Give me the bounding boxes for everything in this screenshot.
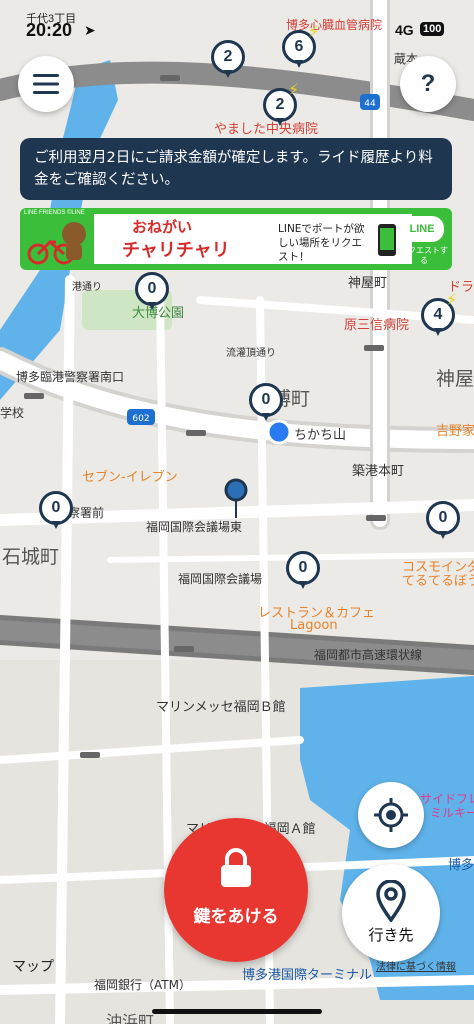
- map-label-harasanshin: 原三信病院: [344, 318, 410, 333]
- home-indicator[interactable]: [152, 1009, 322, 1014]
- route-602-label: 602: [132, 414, 149, 424]
- maps-logo-text: マップ: [12, 958, 54, 974]
- location-arrow-icon: ➤: [84, 22, 96, 38]
- padlock-icon: [221, 848, 251, 887]
- map-label-minato-dori: 港通り: [72, 282, 102, 293]
- smartphone-icon: [378, 224, 396, 256]
- help-button[interactable]: ?: [400, 56, 456, 112]
- port-count: 0: [249, 383, 283, 417]
- port-count: 0: [135, 272, 169, 306]
- map-label-police-south: 博多臨港警察署南口: [16, 370, 125, 384]
- map-label-expressway: 福岡都市高速環状線: [314, 648, 423, 662]
- battery-indicator: 100: [420, 22, 445, 36]
- map-label-bank: 福岡銀行（ATM）: [94, 978, 191, 992]
- map-label-terminal: 博多港国際ターミナル: [242, 968, 373, 983]
- port-count: 0: [286, 551, 320, 585]
- selected-port-marker[interactable]: [224, 478, 248, 502]
- map-label-kamiya: 神屋: [436, 368, 474, 390]
- banner-request-label: リクエストする: [400, 246, 448, 265]
- map-label-marine-b: マリンメッセ福岡Ｂ館: [156, 700, 286, 715]
- banner-brand: LINE FRIENDS ©LINE: [24, 210, 85, 216]
- clock: 20:20: [26, 20, 73, 40]
- map-label-seven-eleven: セブン-イレブン: [82, 470, 178, 485]
- route-602-shield: 602: [127, 409, 155, 425]
- map-label-milky: ミルキー: [430, 806, 474, 820]
- electric-bolt-icon: ⚡: [446, 292, 458, 309]
- map-label-ishikimachi: 石城町: [2, 546, 60, 568]
- bike-port-marker[interactable]: 0: [135, 272, 169, 312]
- legal-link[interactable]: 法律に基づく情報: [376, 958, 456, 973]
- crosshair-icon: [374, 798, 408, 832]
- network-type: 4G: [395, 22, 414, 38]
- bike-port-marker[interactable]: 0: [39, 491, 73, 531]
- banner-line2: チャリチャリ: [122, 240, 230, 261]
- bike-port-marker[interactable]: 0: [286, 551, 320, 591]
- banner-line1: おねがい: [132, 218, 193, 236]
- map-label-street: 流灌頂通り: [226, 348, 276, 359]
- map-label-police-front: 察署前: [68, 506, 105, 520]
- electric-bolt-icon: ⚡: [288, 82, 300, 99]
- line-logo: LINE: [400, 216, 444, 242]
- unlock-button[interactable]: 鍵をあける: [164, 818, 308, 962]
- map-label-conference: 福岡国際会議場: [178, 572, 263, 586]
- destination-button[interactable]: 行き先: [342, 864, 440, 962]
- map-label-chikachiyama: ちかち山: [294, 428, 347, 443]
- map-label-conference-east: 福岡国際会議場東: [146, 520, 243, 534]
- status-bar: 千代3丁目 20:20 ➤ 4G 100: [0, 0, 474, 40]
- bear-bicycle-icon: [27, 222, 86, 265]
- map-label-hakata: 博多: [448, 858, 474, 873]
- destination-label: 行き先: [368, 926, 414, 944]
- port-count: 0: [39, 491, 73, 525]
- port-count: 0: [426, 501, 460, 535]
- map-label-chikkohonmachi: 築港本町: [352, 464, 405, 479]
- unlock-label: 鍵をあける: [193, 907, 279, 927]
- map-label-lagoon: Lagoon: [290, 618, 338, 633]
- map-label-kamiyamachi: 神屋町: [348, 276, 388, 291]
- banner-line3: LINEでポートが欲しい場所をリクエスト！: [278, 223, 365, 263]
- map-label-yoshinoya: 吉野家: [436, 424, 474, 439]
- map-label-teruteru: てるてるぼう: [402, 574, 474, 589]
- map-label-okinohama: 沖浜町: [106, 1012, 155, 1024]
- user-location-dot: [266, 419, 292, 445]
- map-pin-icon: [376, 880, 406, 922]
- banner-content: おねがい チャリチャリ LINEでポートが欲しい場所をリクエスト！: [94, 214, 412, 264]
- billing-notice: ご利用翌月2日にご請求金額が確定します。ライド履歴より料金をご確認ください。: [20, 138, 452, 200]
- bike-port-marker[interactable]: 2: [211, 40, 245, 80]
- hamburger-icon: [33, 74, 59, 94]
- route-44-label: 44: [364, 99, 376, 109]
- menu-button[interactable]: [18, 56, 74, 112]
- apple-maps-logo: マップ: [12, 956, 54, 976]
- map-label-school: 学校: [0, 406, 25, 420]
- locate-me-button[interactable]: [358, 782, 424, 848]
- route-44-shield: 44: [360, 94, 380, 110]
- port-count: 2: [211, 40, 245, 74]
- line-request-banner[interactable]: LINE FRIENDS ©LINE おねがい チャリチャリ LINEでポートが…: [20, 208, 452, 270]
- bike-port-marker[interactable]: 0: [426, 501, 460, 541]
- bike-port-marker[interactable]: 0: [249, 383, 283, 423]
